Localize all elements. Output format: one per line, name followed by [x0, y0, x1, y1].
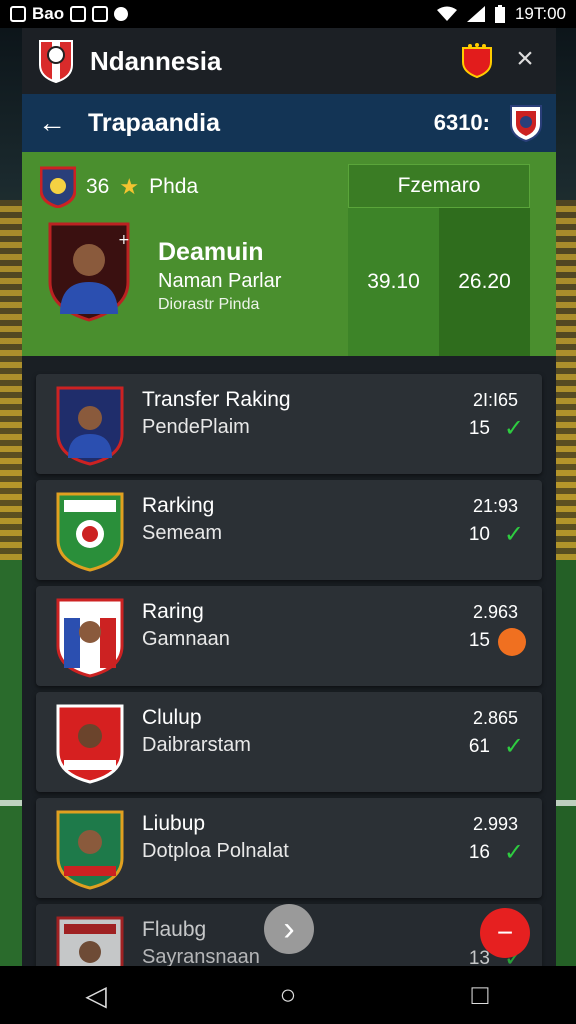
item-subtitle: Daibrarstam	[142, 734, 251, 756]
wifi-icon	[436, 6, 457, 21]
item-subtitle: Gamnaan	[142, 628, 230, 650]
minus-icon: −	[496, 917, 514, 948]
star-icon: ★	[119, 174, 140, 199]
check-icon: ✓	[503, 733, 524, 760]
stats-header: Fzemaro	[348, 164, 530, 208]
list-item[interactable]: Liubup Dotploa Polnalat 2.993 16 ✓	[36, 798, 542, 898]
check-icon: ✓	[503, 521, 524, 548]
item-title: Liubup	[142, 812, 206, 835]
notification-icon	[10, 6, 26, 22]
item-title: Clulup	[142, 706, 202, 729]
home-circle-icon[interactable]: ○	[258, 979, 318, 1011]
page-title: Trapaandia	[88, 108, 220, 137]
item-value: 2.963	[472, 602, 518, 622]
app-panel: Ndannesia × ← Trapaandia 6310: 36 ★ Phda	[22, 28, 556, 1004]
player-crest-icon	[56, 386, 124, 466]
item-value: 21:93	[472, 496, 518, 516]
svg-text:+: +	[118, 232, 130, 248]
player-detail: Diorastr Pinda	[158, 296, 260, 313]
system-nav-bar: ◁ ○ □	[0, 966, 576, 1024]
status-left-text: Bao	[32, 4, 65, 23]
battery-icon	[494, 5, 505, 23]
check-icon: ✓	[503, 839, 524, 866]
list-item[interactable]: Raring Gamnaan 2.963 15	[36, 586, 542, 686]
app-title: Ndannesia	[90, 45, 222, 76]
list-item[interactable]: Clulup Daibrarstam 2.865 61 ✓	[36, 692, 542, 792]
item-value: 2.993	[472, 814, 518, 834]
circle-icon	[114, 7, 129, 21]
player-crest-icon	[56, 810, 124, 890]
item-count: 61	[468, 736, 490, 757]
next-button[interactable]: ›	[264, 904, 314, 954]
team-badge-icon[interactable]	[462, 42, 492, 78]
featured-league: Phda	[149, 175, 199, 198]
item-title: Raring	[142, 600, 204, 623]
player-subtitle: Naman Parlar	[158, 270, 282, 292]
item-title: Rarking	[142, 494, 215, 517]
chevron-right-icon: ›	[283, 909, 295, 948]
player-name: Deamuin	[158, 238, 264, 266]
item-title: Transfer Raking	[142, 388, 291, 411]
featured-rank: 36	[86, 175, 110, 198]
item-count: 15	[468, 418, 490, 439]
whatsapp-icon	[70, 6, 87, 22]
nav-bar: ← Trapaandia 6310:	[22, 94, 556, 152]
featured-header: 36 ★ Phda	[40, 166, 198, 208]
item-value: 2.865	[472, 708, 518, 728]
club-crest-icon	[56, 492, 124, 572]
clock: 19T:00	[514, 4, 566, 23]
signal-icon	[466, 6, 485, 22]
back-triangle-icon[interactable]: ◁	[66, 979, 126, 1012]
league-badge-icon[interactable]	[510, 104, 542, 142]
player-avatar: +	[48, 222, 130, 322]
club-logo-icon	[39, 40, 73, 83]
stats-table: Fzemaro 39.10 26.20	[348, 164, 530, 356]
item-title: Flaubg	[142, 918, 207, 941]
close-icon[interactable]: ×	[510, 44, 540, 74]
list-item[interactable]: Rarking Semeam 21:93 10 ✓	[36, 480, 542, 580]
stat-value-2: 26.20	[439, 208, 530, 356]
remove-button[interactable]: −	[480, 908, 530, 958]
score-readout: 6310:	[433, 110, 490, 135]
check-icon: ✓	[503, 415, 524, 442]
item-subtitle: PendePlaim	[142, 416, 250, 438]
status-bar: Bao 19T:00	[0, 0, 576, 28]
featured-card[interactable]: 36 ★ Phda + Deamuin Naman Parlar Diorast…	[22, 152, 556, 356]
item-subtitle: Semeam	[142, 522, 223, 544]
player-crest-icon	[56, 598, 124, 678]
team-crest-icon	[40, 166, 76, 208]
item-subtitle: Dotploa Polnalat	[142, 840, 289, 862]
player-crest-icon	[56, 704, 124, 784]
list-item[interactable]: Transfer Raking PendePlaim 2I:I65 15 ✓	[36, 374, 542, 474]
item-value: 2I:I65	[472, 390, 518, 410]
stat-value-1: 39.10	[348, 208, 439, 356]
back-arrow-icon[interactable]: ←	[38, 107, 68, 139]
gallery-icon	[92, 6, 109, 22]
item-count: 16	[468, 842, 490, 863]
item-count: 15	[468, 630, 490, 651]
recents-square-icon[interactable]: □	[450, 979, 510, 1011]
alert-dot-icon	[498, 628, 526, 656]
top-bar: Ndannesia ×	[22, 28, 556, 94]
item-count: 10	[468, 524, 490, 545]
